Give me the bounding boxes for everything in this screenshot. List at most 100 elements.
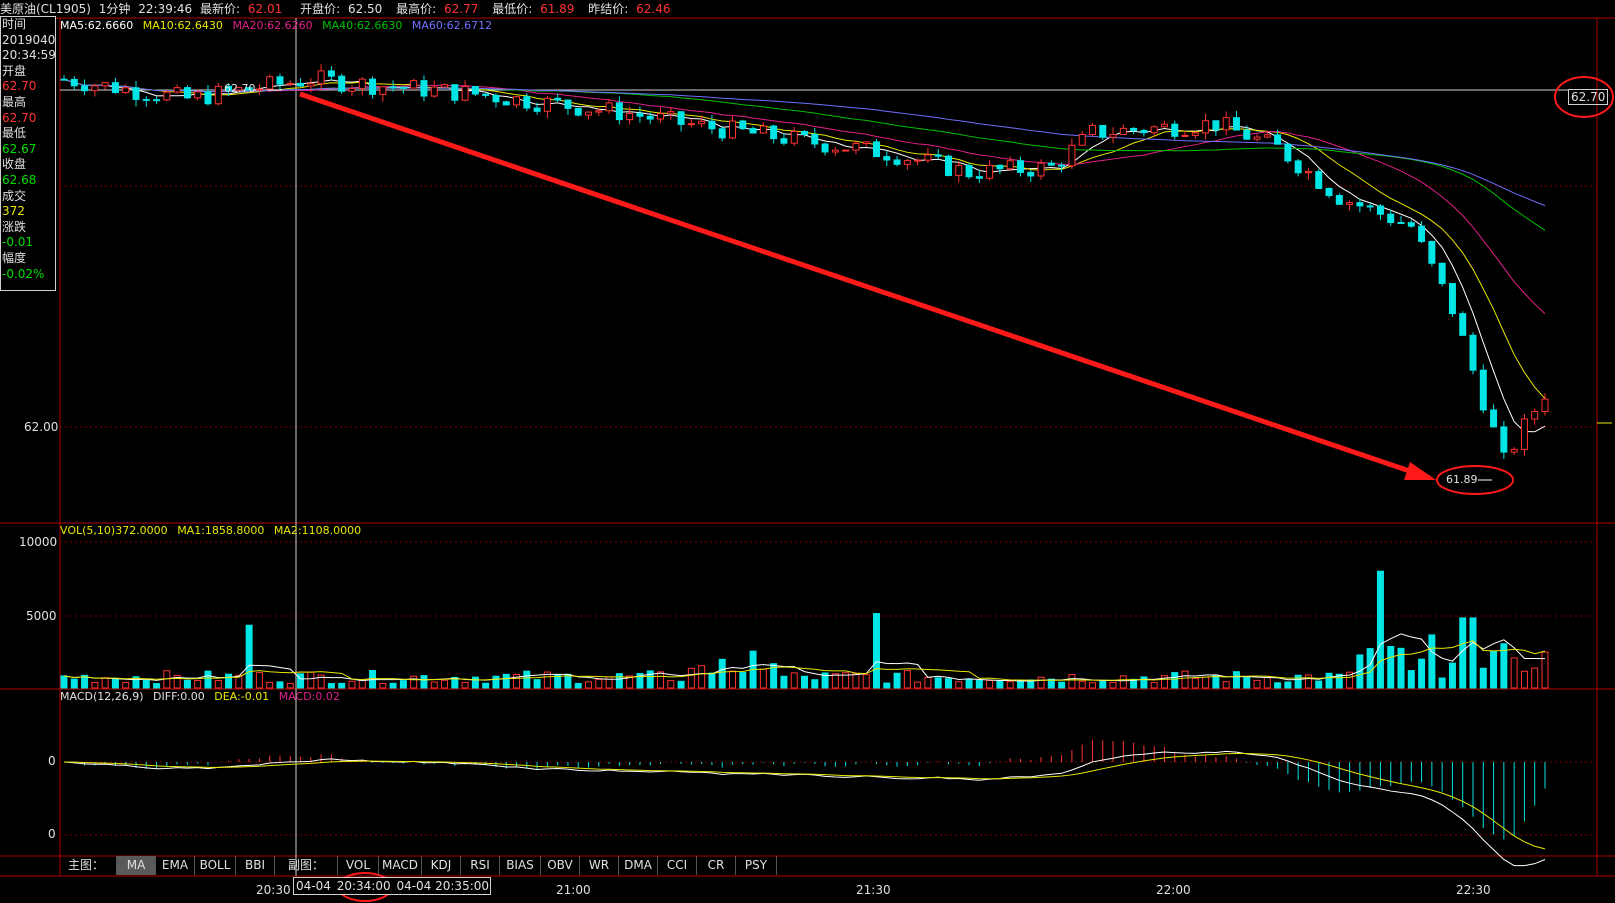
tab-bbi[interactable]: BBI bbox=[236, 856, 275, 875]
candle-body bbox=[667, 111, 675, 115]
candle-body bbox=[533, 107, 541, 112]
volume-bar bbox=[1016, 680, 1024, 689]
volume-bar bbox=[430, 681, 438, 689]
candle-body bbox=[1006, 160, 1014, 170]
tab-obv[interactable]: OBV bbox=[541, 856, 580, 875]
candle bbox=[122, 84, 130, 94]
candle bbox=[1109, 127, 1117, 144]
candle bbox=[1232, 110, 1240, 131]
tab-dma[interactable]: DMA bbox=[619, 856, 658, 875]
candle-body bbox=[173, 87, 181, 93]
candle bbox=[142, 96, 150, 107]
candle bbox=[1027, 169, 1035, 183]
volume-bar bbox=[183, 679, 191, 689]
volume-bar bbox=[585, 681, 593, 689]
volume-bar bbox=[893, 672, 901, 689]
candle bbox=[379, 86, 387, 102]
macd-axis-zero-2: 0 bbox=[48, 827, 56, 841]
candle-body bbox=[1253, 136, 1261, 140]
volume-bar bbox=[780, 675, 788, 689]
candle-body bbox=[358, 78, 366, 89]
tab-ema[interactable]: EMA bbox=[156, 856, 195, 875]
volume-bar bbox=[1418, 658, 1426, 689]
tab-bias[interactable]: BIAS bbox=[500, 856, 541, 875]
volume-bar bbox=[91, 681, 99, 689]
candle bbox=[1469, 332, 1477, 375]
crosshair-range: 04-04 20:35:00 bbox=[396, 879, 490, 893]
volume-bar bbox=[1078, 680, 1086, 689]
ma40-line bbox=[63, 78, 1546, 231]
candle bbox=[1047, 160, 1055, 166]
volume-bar bbox=[101, 677, 109, 689]
tab-cci[interactable]: CCI bbox=[658, 856, 697, 875]
candle bbox=[513, 96, 521, 108]
candle bbox=[1500, 421, 1508, 459]
info-low: 62.67 bbox=[2, 141, 37, 156]
info-pct-label: 幅度 bbox=[2, 250, 27, 265]
candle-body bbox=[1212, 120, 1220, 131]
volume-bar bbox=[1531, 667, 1539, 689]
candle-body bbox=[327, 70, 335, 77]
vol-ma1-legend: MA1:1858.8000 bbox=[177, 524, 265, 537]
time-tick-2030: 20:30 bbox=[256, 883, 291, 897]
volume-bar bbox=[657, 671, 665, 689]
candle-body bbox=[965, 164, 973, 178]
tab-psy[interactable]: PSY bbox=[736, 856, 777, 875]
tab-rsi[interactable]: RSI bbox=[461, 856, 500, 875]
candle bbox=[790, 127, 798, 147]
volume-bar bbox=[955, 681, 963, 689]
tab-boll[interactable]: BOLL bbox=[195, 856, 236, 875]
candle bbox=[1325, 187, 1333, 198]
candle bbox=[667, 107, 675, 120]
tab-wr[interactable]: WR bbox=[580, 856, 619, 875]
candle bbox=[770, 124, 778, 144]
candle-body bbox=[1346, 202, 1354, 205]
tab-ma[interactable]: MA bbox=[117, 856, 156, 875]
volume-bar bbox=[389, 682, 397, 689]
candle bbox=[872, 139, 880, 158]
candle-body bbox=[729, 120, 737, 139]
info-time: 20:34:59 bbox=[2, 48, 55, 63]
candle bbox=[338, 73, 346, 94]
volume-bar bbox=[1068, 674, 1076, 689]
candle-body bbox=[1438, 262, 1446, 285]
volume-bar bbox=[471, 676, 479, 689]
candle bbox=[1448, 283, 1456, 317]
candle-body bbox=[502, 101, 510, 106]
volume-bar bbox=[975, 679, 983, 689]
candle-body bbox=[430, 86, 438, 97]
candle-body bbox=[1078, 134, 1086, 146]
ma60-line bbox=[63, 78, 1546, 207]
tab-kdj[interactable]: KDJ bbox=[422, 856, 461, 875]
tab-cr[interactable]: CR bbox=[697, 856, 736, 875]
candle-body bbox=[605, 102, 613, 112]
time-tick-2230: 22:30 bbox=[1456, 883, 1491, 897]
candle-body bbox=[708, 120, 716, 130]
candle bbox=[482, 93, 490, 99]
volume-bar bbox=[214, 679, 222, 689]
kline-chart[interactable] bbox=[0, 0, 1615, 903]
candle-body bbox=[122, 87, 130, 94]
candle bbox=[471, 85, 479, 97]
ma10-line bbox=[63, 78, 1546, 400]
candle bbox=[1387, 209, 1395, 226]
macd-legend-title: MACD(12,26,9) bbox=[60, 690, 144, 703]
volume-bar bbox=[410, 675, 418, 689]
info-time-label: 时间 bbox=[2, 17, 27, 31]
tab-macd[interactable]: MACD bbox=[379, 856, 422, 875]
macd-bars bbox=[73, 739, 1546, 840]
candle bbox=[163, 90, 171, 102]
volume-bar bbox=[646, 670, 654, 689]
volume-bar bbox=[482, 682, 490, 689]
candle-body bbox=[142, 98, 150, 101]
ma10-legend: MA10:62.6430 bbox=[142, 19, 223, 32]
candle-body bbox=[615, 102, 623, 121]
tab-vol[interactable]: VOL bbox=[338, 856, 379, 875]
candle-body bbox=[132, 87, 140, 100]
candle-body bbox=[286, 82, 294, 85]
candle-body bbox=[297, 82, 305, 87]
candle-body bbox=[687, 123, 695, 126]
volume-bar bbox=[266, 681, 274, 689]
candle-body bbox=[595, 110, 603, 113]
candle bbox=[70, 76, 78, 90]
